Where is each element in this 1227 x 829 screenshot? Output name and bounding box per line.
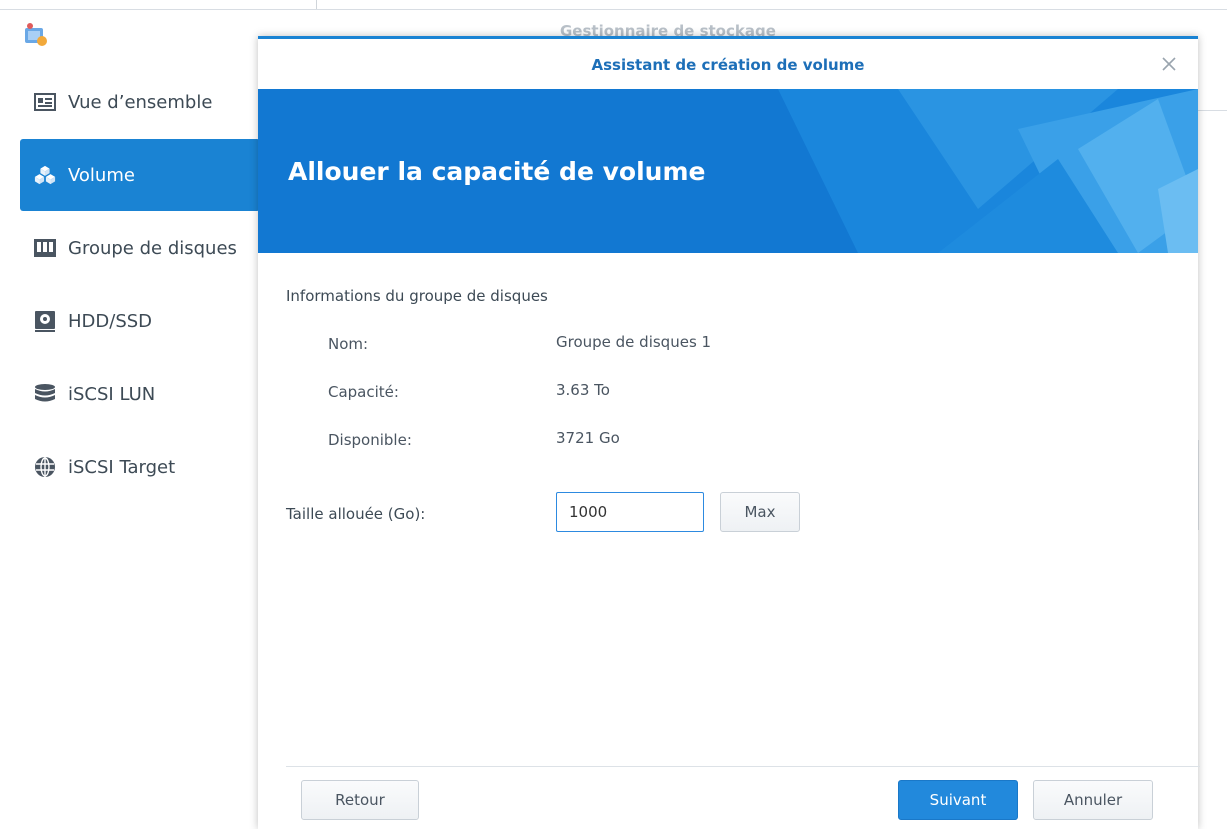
max-button[interactable]: Max bbox=[720, 492, 800, 532]
cancel-button[interactable]: Annuler bbox=[1033, 780, 1153, 820]
sidebar-item-overview[interactable]: Vue d’ensemble bbox=[20, 66, 260, 138]
app-right-edge bbox=[1198, 440, 1199, 530]
sidebar-item-label: Vue d’ensemble bbox=[68, 91, 213, 113]
sidebar-item-label: iSCSI Target bbox=[68, 456, 176, 478]
disk-group-icon bbox=[34, 237, 56, 259]
allocated-size-input[interactable] bbox=[556, 492, 704, 532]
available-value: 3721 Go bbox=[556, 429, 620, 447]
app-top-bar bbox=[0, 0, 1227, 10]
available-label: Disponible: bbox=[328, 431, 412, 449]
app-header-divider bbox=[1198, 110, 1227, 111]
capacity-label: Capacité: bbox=[328, 383, 399, 401]
allocated-size-label: Taille allouée (Go): bbox=[286, 505, 426, 523]
sidebar-item-disk-group[interactable]: Groupe de disques bbox=[20, 212, 260, 284]
name-label: Nom: bbox=[328, 335, 369, 353]
back-button[interactable]: Retour bbox=[301, 780, 419, 820]
capacity-value: 3.63 To bbox=[556, 381, 610, 399]
database-icon bbox=[34, 383, 56, 405]
name-value: Groupe de disques 1 bbox=[556, 333, 712, 351]
disk-group-info-title: Informations du groupe de disques bbox=[286, 287, 548, 305]
sidebar-item-volume[interactable]: Volume bbox=[20, 139, 260, 211]
sidebar-item-label: Volume bbox=[68, 164, 135, 186]
sidebar-item-iscsi-target[interactable]: iSCSI Target bbox=[20, 431, 260, 503]
sidebar-item-hdd-ssd[interactable]: HDD/SSD bbox=[20, 285, 260, 357]
overview-card-icon bbox=[34, 91, 56, 113]
sidebar-item-label: Groupe de disques bbox=[68, 237, 237, 259]
volume-cubes-icon bbox=[34, 164, 56, 186]
storage-manager-app-icon bbox=[22, 22, 48, 48]
hdd-icon bbox=[34, 310, 56, 332]
wizard-step-heading: Allouer la capacité de volume bbox=[288, 157, 706, 186]
close-icon[interactable] bbox=[1158, 53, 1180, 75]
globe-icon bbox=[34, 456, 56, 478]
sidebar-item-label: iSCSI LUN bbox=[68, 383, 156, 405]
sidebar-item-iscsi-lun[interactable]: iSCSI LUN bbox=[20, 358, 260, 430]
dialog-title: Assistant de création de volume bbox=[591, 56, 865, 74]
volume-creation-wizard-dialog: Assistant de création de volume Allouer … bbox=[258, 36, 1200, 829]
wizard-banner: Allouer la capacité de volume bbox=[258, 89, 1198, 253]
footer-divider bbox=[286, 766, 1200, 767]
top-bar-separator bbox=[316, 0, 317, 9]
next-button[interactable]: Suivant bbox=[898, 780, 1018, 820]
sidebar-item-label: HDD/SSD bbox=[68, 310, 153, 332]
